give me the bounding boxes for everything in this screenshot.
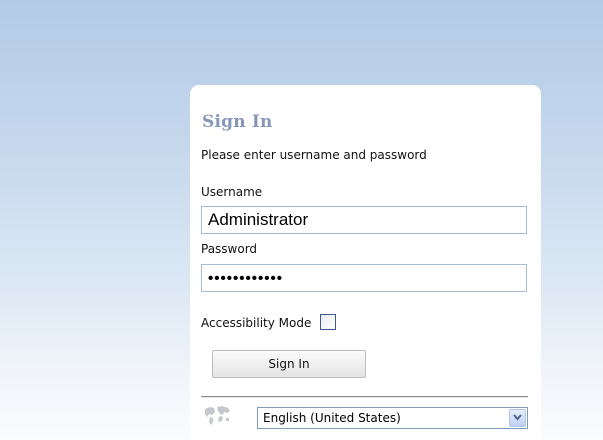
password-label: Password: [201, 242, 258, 256]
password-field[interactable]: [201, 264, 527, 292]
username-field[interactable]: [201, 206, 527, 234]
language-select-value: English (United States): [263, 411, 401, 425]
sign-in-panel: Sign In Please enter username and passwo…: [190, 85, 541, 440]
divider: [201, 396, 528, 398]
globe-icon: [205, 406, 230, 425]
chevron-down-icon[interactable]: [509, 409, 526, 427]
accessibility-mode-label: Accessibility Mode: [201, 316, 312, 330]
username-label: Username: [201, 185, 263, 199]
page-title: Sign In: [202, 112, 273, 132]
accessibility-mode-checkbox[interactable]: [320, 314, 336, 330]
language-select[interactable]: English (United States): [257, 407, 528, 429]
sign-in-button[interactable]: Sign In: [212, 350, 366, 378]
sign-in-instructions: Please enter username and password: [201, 148, 427, 162]
